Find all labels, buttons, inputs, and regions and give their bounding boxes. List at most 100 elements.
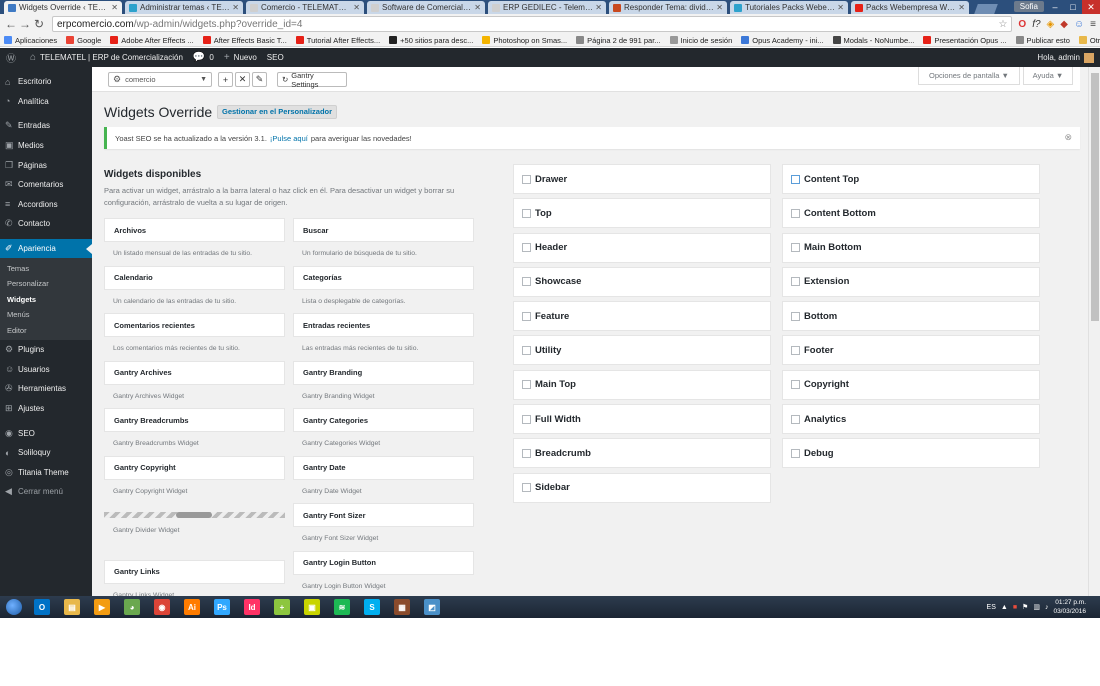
sidebar-item[interactable]: ▣ Medios: [0, 136, 92, 156]
widget-title[interactable]: Gantry Categories: [293, 408, 474, 432]
new-content-link[interactable]: + Nuevo: [224, 52, 257, 63]
sidebar-area[interactable]: Footer: [782, 335, 1040, 366]
page-scrollbar[interactable]: [1088, 67, 1100, 596]
taskbar-app[interactable]: Ai: [178, 597, 206, 617]
maximize-icon[interactable]: □: [1064, 0, 1082, 14]
sidebar-checkbox[interactable]: [791, 208, 800, 218]
delete-outline-button[interactable]: ✕: [235, 72, 250, 87]
sidebar-item[interactable]: ⌂ Escritorio: [0, 72, 92, 92]
back-icon[interactable]: ←: [4, 17, 18, 31]
sidebar-checkbox[interactable]: [791, 345, 800, 355]
taskbar-app[interactable]: Id: [238, 597, 266, 617]
sidebar-area[interactable]: Breadcrumb: [513, 438, 771, 469]
browser-tab[interactable]: Software de Comercializac ✕: [367, 1, 485, 14]
new-tab-button[interactable]: [974, 4, 998, 14]
taskbar-app[interactable]: ◉: [148, 597, 176, 617]
url-input[interactable]: erpcomercio.com /wp-admin/widgets.php?ov…: [52, 16, 1013, 32]
forward-icon[interactable]: →: [18, 17, 32, 31]
widget-item[interactable]: Gantry Archives Gantry Archives Widget: [104, 360, 285, 409]
sidebar-checkbox[interactable]: [791, 380, 800, 390]
sidebar-area[interactable]: Bottom: [782, 301, 1040, 332]
bookmark-item[interactable]: Tutorial After Effects...: [295, 36, 380, 45]
sidebar-area[interactable]: Main Bottom: [782, 232, 1040, 263]
sidebar-area[interactable]: Main Top: [513, 369, 771, 400]
sidebar-item[interactable]: ◎ Titania Theme: [0, 462, 92, 482]
sidebar-checkbox[interactable]: [522, 277, 531, 287]
sidebar-item[interactable]: ✐ Apariencia: [0, 238, 92, 259]
submenu-item[interactable]: Personalizar: [0, 276, 92, 292]
tab-close-icon[interactable]: ✕: [958, 3, 965, 12]
browser-tab[interactable]: ERP GEDILEC - Telematel ✕: [488, 1, 606, 14]
site-name[interactable]: ⌂ TELEMATEL | ERP de Comercialización: [30, 52, 183, 63]
close-window-icon[interactable]: ✕: [1082, 0, 1100, 14]
screen-options-button[interactable]: Opciones de pantalla ▼: [918, 67, 1020, 85]
sidebar-area[interactable]: Top: [513, 198, 771, 229]
tab-close-icon[interactable]: ✕: [716, 3, 723, 12]
bookmark-item[interactable]: After Effects Basic T...: [202, 36, 287, 45]
sidebar-area[interactable]: Analytics: [782, 404, 1040, 435]
start-button[interactable]: [0, 597, 28, 617]
bookmark-item[interactable]: Adobe After Effects ...: [110, 36, 194, 45]
bookmark-item[interactable]: Modals - NoNumbe...: [832, 36, 914, 45]
sidebar-checkbox[interactable]: [791, 174, 800, 184]
sidebar-item[interactable]: ✆ Contacto: [0, 214, 92, 234]
my-account[interactable]: Hola, admin: [1037, 52, 1100, 63]
widget-item[interactable]: Gantry Links Gantry Links Widget: [104, 559, 285, 596]
widget-item[interactable]: Buscar Un formulario de búsqueda de tu si…: [293, 218, 474, 266]
extension-icon[interactable]: ◈: [1047, 19, 1055, 30]
sidebar-area[interactable]: Showcase: [513, 266, 771, 297]
bookmark-item[interactable]: Opus Academy - ini...: [741, 36, 824, 45]
sidebar-checkbox[interactable]: [522, 345, 531, 355]
sidebar-checkbox[interactable]: [791, 448, 800, 458]
widget-item[interactable]: Calendario Un calendario de las entradas …: [104, 265, 285, 314]
profile-button[interactable]: Sofia: [1013, 1, 1044, 12]
submenu-item[interactable]: Temas: [0, 260, 92, 276]
clock[interactable]: 01:27 p.m. 03/03/2016: [1053, 598, 1086, 616]
widget-title[interactable]: Comentarios recientes: [104, 313, 285, 337]
comments-link[interactable]: 💬 0: [193, 52, 214, 63]
sidebar-item[interactable]: ❐ Páginas: [0, 155, 92, 175]
sidebar-area[interactable]: Full Width: [513, 404, 771, 435]
taskbar-app[interactable]: O: [28, 597, 56, 617]
taskbar-app[interactable]: ▶: [88, 597, 116, 617]
sidebar-item[interactable]: ✎ Entradas: [0, 116, 92, 136]
bookmark-item[interactable]: Aplicaciones: [4, 36, 57, 45]
other-bookmarks[interactable]: Otros marcadores: [1078, 36, 1100, 45]
taskbar-app[interactable]: ▤: [58, 597, 86, 617]
sidebar-area[interactable]: Utility: [513, 335, 771, 366]
bookmark-item[interactable]: Página 2 de 991 par...: [576, 36, 661, 45]
sidebar-checkbox[interactable]: [791, 414, 800, 424]
sidebar-item[interactable]: ✇ Herramientas: [0, 379, 92, 399]
sidebar-checkbox[interactable]: [522, 174, 531, 184]
sidebar-item[interactable]: ⊞ Ajustes: [0, 399, 92, 419]
widget-item[interactable]: Gantry Font Sizer Gantry Font Sizer Widge…: [293, 503, 474, 551]
sidebar-checkbox[interactable]: [522, 380, 531, 390]
bookmark-item[interactable]: Inicio de sesión: [669, 36, 732, 45]
bookmark-item[interactable]: Publicar esto: [1015, 36, 1070, 45]
widget-item[interactable]: Gantry Date Gantry Date Widget: [293, 455, 474, 504]
menu-icon[interactable]: ≡: [1090, 19, 1096, 30]
widget-item[interactable]: Gantry Copyright Gantry Copyright Widget: [104, 455, 285, 504]
widget-title[interactable]: Entradas recientes: [293, 313, 474, 337]
tab-close-icon[interactable]: ✕: [474, 3, 481, 12]
taskbar-app[interactable]: ≋: [328, 597, 356, 617]
sidebar-checkbox[interactable]: [522, 311, 531, 321]
submenu-item[interactable]: Menús: [0, 307, 92, 323]
taskbar-app[interactable]: +: [268, 597, 296, 617]
bookmark-star-icon[interactable]: ☆: [998, 19, 1007, 30]
bookmark-item[interactable]: +50 sitios para desc...: [389, 36, 473, 45]
widget-item[interactable]: Categorías Lista o desplegable de categor…: [293, 265, 474, 314]
taskbar-app[interactable]: Ps: [208, 597, 236, 617]
sidebar-checkbox[interactable]: [522, 414, 531, 424]
widget-title[interactable]: Gantry Login Button: [293, 550, 474, 575]
tray-app-icon[interactable]: ■: [1013, 604, 1017, 611]
widget-title[interactable]: Gantry Font Sizer: [293, 503, 474, 527]
sidebar-item[interactable]: ⚙ Plugins: [0, 340, 92, 360]
collapse-menu-button[interactable]: ◀ Cerrar menú: [0, 482, 92, 502]
widget-title[interactable]: Gantry Branding: [293, 360, 474, 385]
tab-close-icon[interactable]: ✕: [837, 3, 844, 12]
sidebar-area[interactable]: Sidebar: [513, 472, 771, 503]
widget-item[interactable]: Gantry Branding Gantry Branding Widget: [293, 360, 474, 409]
sidebar-checkbox[interactable]: [791, 277, 800, 287]
notice-link[interactable]: ¡Pulse aquí: [270, 134, 308, 143]
